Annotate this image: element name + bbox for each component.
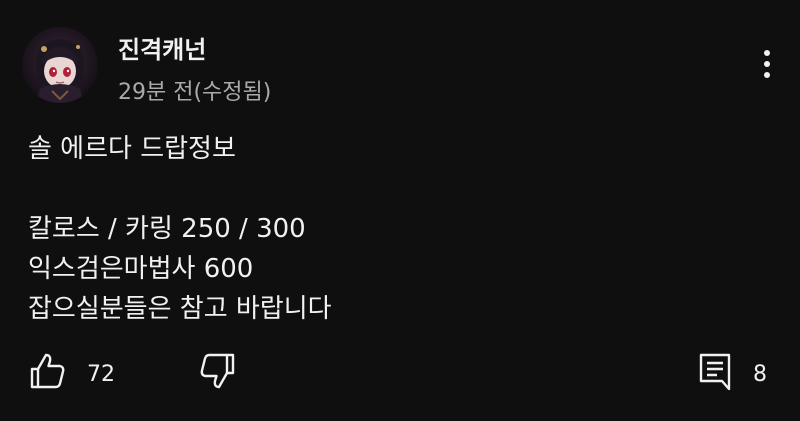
- like-count: 72: [87, 362, 115, 387]
- dislike-button[interactable]: [197, 350, 239, 392]
- comment-author[interactable]: 진격캐넌: [118, 30, 206, 65]
- reply-count: 8: [753, 362, 767, 387]
- comment-text-line: 솔 에르다 드랍정보: [28, 134, 236, 164]
- comment-timestamp: 29분 전(수정됨): [118, 80, 272, 105]
- comment-text-line: 칼로스 / 카링 250 / 300: [28, 214, 306, 244]
- more-options-button[interactable]: [752, 44, 782, 84]
- thumbs-down-icon: [200, 353, 235, 389]
- avatar-image: [22, 27, 98, 103]
- comment-text-line: 잡으실분들은 참고 바랍니다: [28, 294, 332, 324]
- comment-icon: [699, 353, 731, 391]
- like-button[interactable]: [26, 350, 68, 392]
- thumbs-up-icon: [30, 353, 65, 389]
- avatar[interactable]: [22, 27, 98, 103]
- reply-button[interactable]: [696, 350, 736, 392]
- comment-text-line: 익스검은마법사 600: [28, 254, 254, 284]
